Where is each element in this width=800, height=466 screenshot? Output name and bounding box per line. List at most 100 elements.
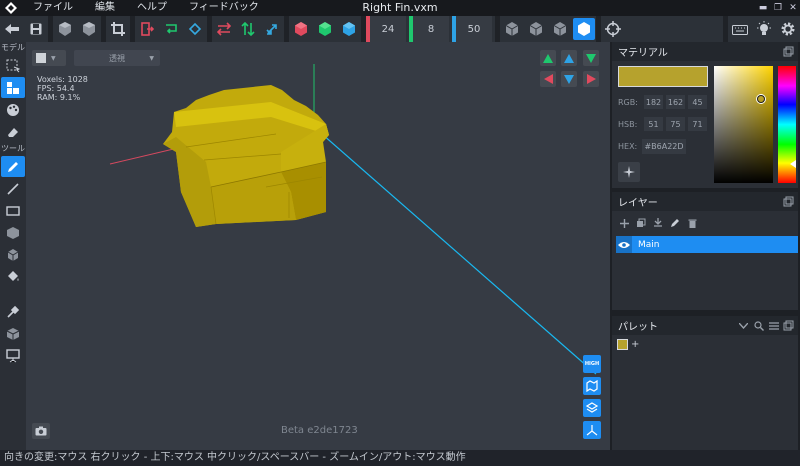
export-model-button[interactable] [78, 18, 100, 40]
arrow-left-icon [543, 74, 553, 84]
hsb-s-field[interactable]: 75 [666, 117, 685, 131]
palette-zoom-button[interactable] [751, 318, 766, 333]
menu-help[interactable]: ヘルプ [126, 0, 178, 16]
screenshot-button[interactable] [32, 423, 50, 439]
extrude-tool-button[interactable] [1, 244, 25, 265]
3d-viewport[interactable]: ▼ 透視 ▼ Voxels: 1028 FPS: 54.4 RAM: 9.1% … [26, 42, 610, 450]
presentation-icon [6, 348, 20, 362]
import-model-button[interactable] [54, 18, 76, 40]
rotate-button[interactable] [184, 18, 206, 40]
fill-button[interactable] [160, 18, 182, 40]
rgb-b-field[interactable]: 45 [688, 95, 707, 109]
hsb-b-field[interactable]: 71 [688, 117, 707, 131]
nav-right-red-button[interactable] [583, 71, 599, 87]
merge-layer-button[interactable] [651, 216, 665, 230]
layers-view-button[interactable] [583, 399, 601, 417]
rect-tool-button[interactable] [1, 200, 25, 221]
palette-color-swatch[interactable] [617, 339, 628, 350]
box-tool-button[interactable] [1, 222, 25, 243]
hue-slider[interactable] [778, 66, 796, 183]
render-quality-button[interactable]: HIGH [583, 355, 601, 373]
add-layer-button[interactable] [617, 216, 631, 230]
line-tool-button[interactable] [1, 178, 25, 199]
save-button[interactable] [25, 18, 47, 40]
hue-slider-handle[interactable] [790, 160, 796, 168]
cube-green-button[interactable] [314, 18, 336, 40]
flip-z-button[interactable] [261, 18, 283, 40]
color-picker-button[interactable] [618, 162, 640, 182]
popout-icon[interactable] [783, 196, 794, 207]
square-swatch-icon [36, 53, 46, 63]
palette-add-button[interactable]: + [631, 339, 639, 350]
restore-icon[interactable]: ❐ [771, 0, 785, 16]
back-button[interactable] [1, 18, 23, 40]
settings-button[interactable] [777, 18, 799, 40]
sv-cursor[interactable] [757, 95, 765, 103]
nav-up-green-button[interactable] [540, 50, 556, 66]
brush-size-y[interactable]: 8 [409, 16, 449, 42]
axis-view-button[interactable] [583, 421, 601, 439]
current-color-swatch[interactable] [618, 66, 708, 87]
erase-mode-button[interactable] [1, 121, 25, 142]
duplicate-layer-button[interactable] [634, 216, 648, 230]
cube-blue-button[interactable] [338, 18, 360, 40]
cube-red-button[interactable] [290, 18, 312, 40]
brush-size-z[interactable]: 50 [452, 16, 492, 42]
popout-icon[interactable] [781, 318, 796, 333]
nav-left-red-button[interactable] [540, 71, 556, 87]
saturation-brightness-picker[interactable] [714, 66, 773, 183]
blocks-icon [7, 81, 19, 94]
nav-up-blue-button[interactable] [561, 50, 577, 66]
rgb-r-field[interactable]: 182 [644, 95, 663, 109]
view-mode-1-button[interactable] [501, 18, 523, 40]
material-mode-dropdown[interactable]: ▼ [32, 50, 66, 66]
rgb-g-field[interactable]: 162 [666, 95, 685, 109]
brush-size-x[interactable]: 24 [366, 16, 406, 42]
view-mode-dropdown[interactable]: 透視 ▼ [74, 50, 160, 66]
palette-panel: パレット + [612, 316, 798, 450]
layer-row-main[interactable]: Main [616, 236, 798, 253]
gear-icon [781, 22, 795, 36]
brush-size-z-value[interactable]: 50 [456, 24, 492, 35]
palette-list-button[interactable] [766, 318, 781, 333]
voxel-scene[interactable] [26, 42, 610, 450]
close-icon[interactable]: ✕ [786, 0, 800, 16]
eyedropper-tool-button[interactable] [1, 301, 25, 322]
target-button[interactable] [602, 18, 624, 40]
presentation-button[interactable] [1, 345, 25, 366]
delete-layer-button[interactable] [685, 216, 699, 230]
hsb-h-field[interactable]: 51 [644, 117, 663, 131]
menu-feedback[interactable]: フィードバック [178, 0, 270, 16]
nav-down-blue-button[interactable] [561, 71, 577, 87]
popout-icon[interactable] [783, 46, 794, 57]
select-tool-button[interactable] [1, 55, 25, 76]
bucket-tool-button[interactable] [1, 266, 25, 287]
nav-down-green-button[interactable] [583, 50, 599, 66]
cube-view-button[interactable] [1, 323, 25, 344]
light-button[interactable] [753, 18, 775, 40]
crop-button[interactable] [107, 18, 129, 40]
brush-size-x-value[interactable]: 24 [370, 24, 406, 35]
paint-mode-button[interactable] [1, 99, 25, 120]
voxel-count: Voxels: 1028 [37, 75, 88, 84]
clear-button[interactable] [136, 18, 158, 40]
view-mode-3-button[interactable] [549, 18, 571, 40]
pencil-tool-button[interactable] [1, 156, 25, 177]
keyboard-button[interactable] [729, 18, 751, 40]
palette-menu-button[interactable] [736, 318, 751, 333]
brush-size-y-value[interactable]: 8 [413, 24, 449, 35]
map-view-button[interactable] [583, 377, 601, 395]
menu-file[interactable]: ファイル [22, 0, 84, 16]
hex-field[interactable]: #B6A22D [642, 139, 686, 154]
view-mode-2-button[interactable] [525, 18, 547, 40]
flip-y-button[interactable] [237, 18, 259, 40]
eye-icon[interactable] [616, 236, 632, 253]
rename-layer-button[interactable] [668, 216, 682, 230]
view-mode-4-button[interactable] [573, 18, 595, 40]
menu-edit[interactable]: 編集 [84, 0, 126, 16]
voxel-mode-button[interactable] [1, 77, 25, 98]
layers-panel: レイヤー Main [612, 192, 798, 310]
minimize-icon[interactable]: ▬ [756, 0, 770, 16]
voxel-model[interactable] [163, 85, 329, 227]
flip-x-button[interactable] [213, 18, 235, 40]
